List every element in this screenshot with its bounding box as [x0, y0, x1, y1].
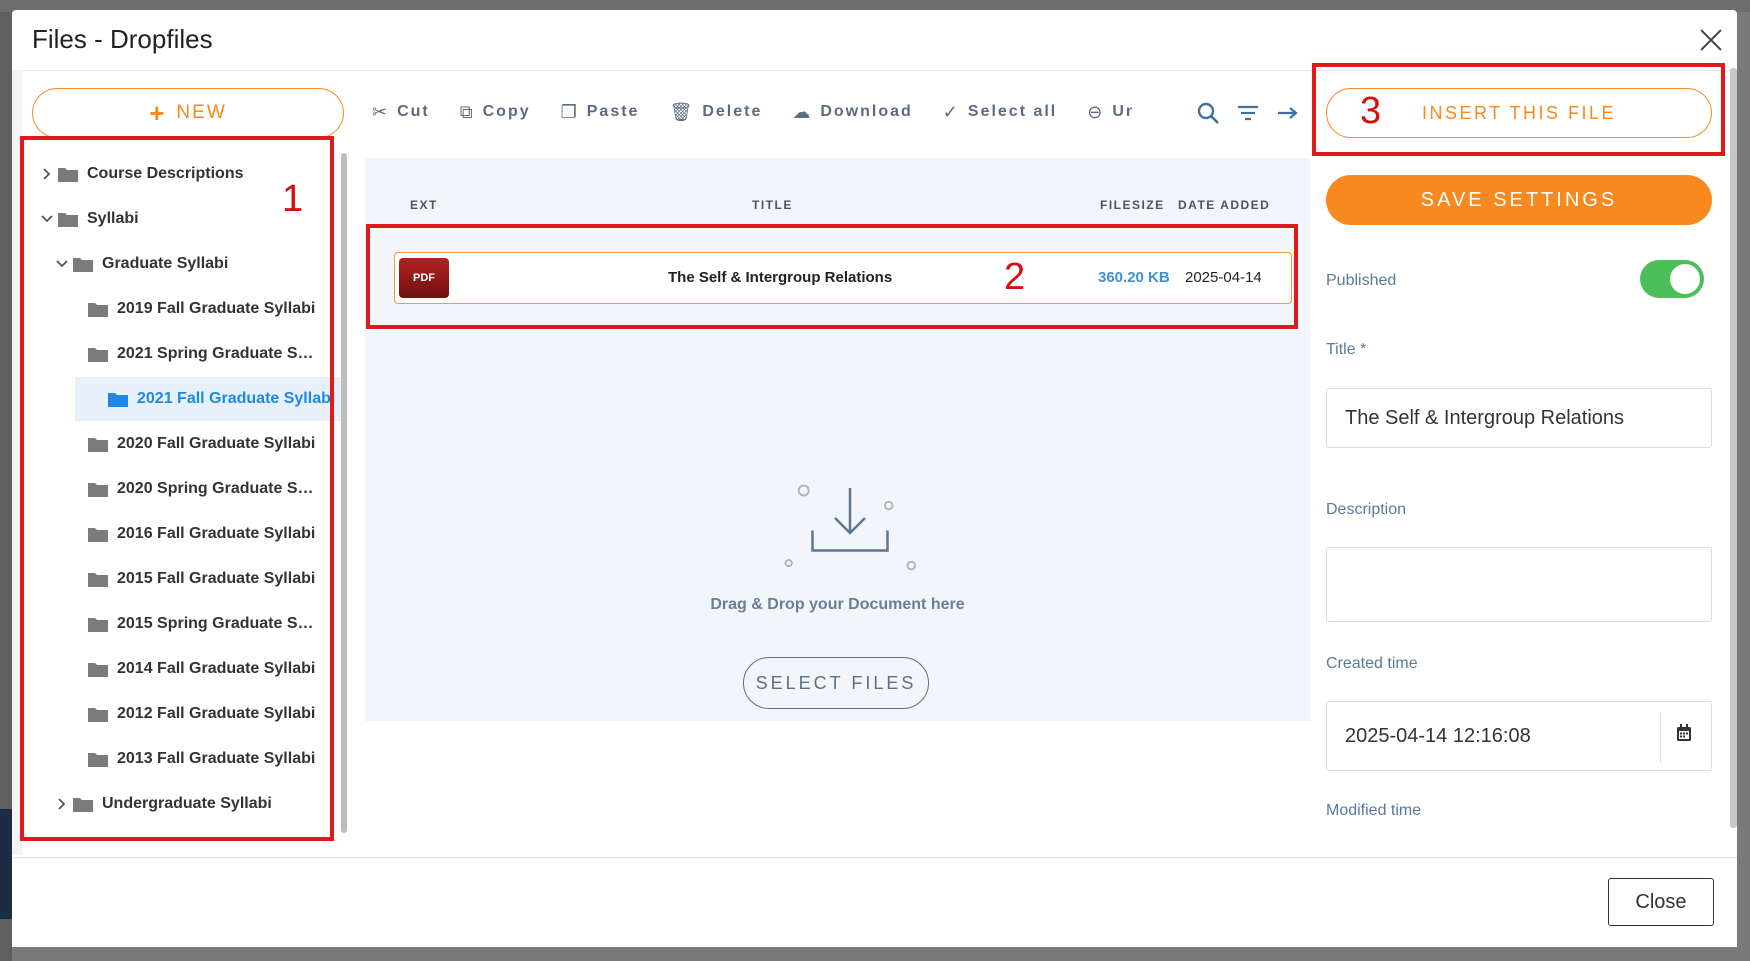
copy-label: Copy [482, 103, 531, 120]
cut-label: Cut [397, 103, 430, 120]
close-icon[interactable] [1695, 24, 1727, 56]
save-settings-button[interactable]: SAVE SETTINGS [1326, 175, 1712, 225]
col-filesize[interactable]: FILESIZE [1100, 198, 1165, 212]
select-files-button[interactable]: SELECT FILES [743, 657, 929, 709]
unselect-label: Unc [1112, 103, 1132, 120]
scissors-icon: ✂ [372, 101, 390, 122]
double-check-icon: ✓ [942, 101, 960, 122]
new-button-label: NEW [176, 102, 227, 123]
description-textarea[interactable] [1326, 547, 1712, 622]
new-folder-button[interactable]: + NEW [32, 88, 344, 138]
background-app-edge [0, 12, 12, 961]
arrow-right-icon[interactable] [1276, 101, 1300, 125]
copy-button[interactable]: ⧉ Copy [460, 102, 531, 123]
title-label: Title * [1326, 341, 1367, 358]
cut-button[interactable]: ✂ Cut [372, 102, 430, 123]
download-button[interactable]: ☁ Download [792, 102, 912, 123]
annotation-box-1 [20, 136, 334, 841]
title-input[interactable]: The Self & Intergroup Relations [1326, 388, 1712, 448]
minus-circle-icon: ⊖ [1087, 101, 1105, 122]
search-icon[interactable] [1196, 101, 1220, 125]
col-title[interactable]: TITLE [752, 198, 793, 212]
annotation-number-3: 3 [1360, 90, 1382, 132]
paste-button[interactable]: ❐ Paste [561, 102, 640, 123]
col-date-added[interactable]: DATE ADDED [1178, 198, 1270, 212]
unselect-button[interactable]: ⊖ Unc [1087, 102, 1132, 123]
settings-scrollbar[interactable] [1730, 68, 1737, 828]
drop-text: Drag & Drop your Document here [710, 596, 965, 613]
created-time-label: Created time [1326, 655, 1418, 672]
toggle-knob [1670, 264, 1700, 294]
modal-footer [12, 857, 1737, 947]
calendar-icon[interactable] [1676, 724, 1692, 742]
select-all-button[interactable]: ✓ Select all [943, 102, 1057, 123]
filter-icon[interactable] [1236, 101, 1260, 125]
cloud-download-icon: ☁ [792, 101, 813, 122]
col-ext[interactable]: EXT [410, 198, 438, 212]
trash-icon: 🗑 [669, 101, 695, 122]
paste-label: Paste [586, 103, 640, 120]
plus-icon: + [149, 97, 167, 128]
modal-header: Files - Dropfiles [12, 10, 1737, 71]
background-dark-block [0, 809, 12, 919]
annotation-box-2 [366, 224, 1298, 329]
published-label: Published [1326, 272, 1397, 289]
created-time-input[interactable]: 2025-04-14 12:16:08 [1326, 701, 1712, 771]
paste-icon: ❐ [560, 101, 579, 122]
delete-button[interactable]: 🗑 Delete [669, 102, 762, 123]
toolbar: ✂ Cut ⧉ Copy ❐ Paste 🗑 Delete ☁ Download ✓ Sel… [372, 92, 1132, 132]
annotation-number-1: 1 [282, 178, 304, 220]
annotation-number-2: 2 [1004, 256, 1026, 298]
tree-scrollbar[interactable] [341, 153, 347, 833]
drop-download-icon [784, 484, 916, 571]
download-label: Download [820, 103, 913, 120]
select-all-label: Select all [967, 103, 1058, 120]
copy-icon: ⧉ [459, 101, 475, 122]
toolbar-right [1196, 100, 1300, 126]
modal-title: Files - Dropfiles [32, 24, 213, 54]
description-label: Description [1326, 501, 1407, 518]
calendar-separator [1660, 712, 1661, 762]
close-button[interactable]: Close [1608, 878, 1714, 926]
published-toggle[interactable] [1640, 260, 1704, 298]
modified-time-label: Modified time [1326, 802, 1422, 819]
delete-label: Delete [702, 103, 763, 120]
